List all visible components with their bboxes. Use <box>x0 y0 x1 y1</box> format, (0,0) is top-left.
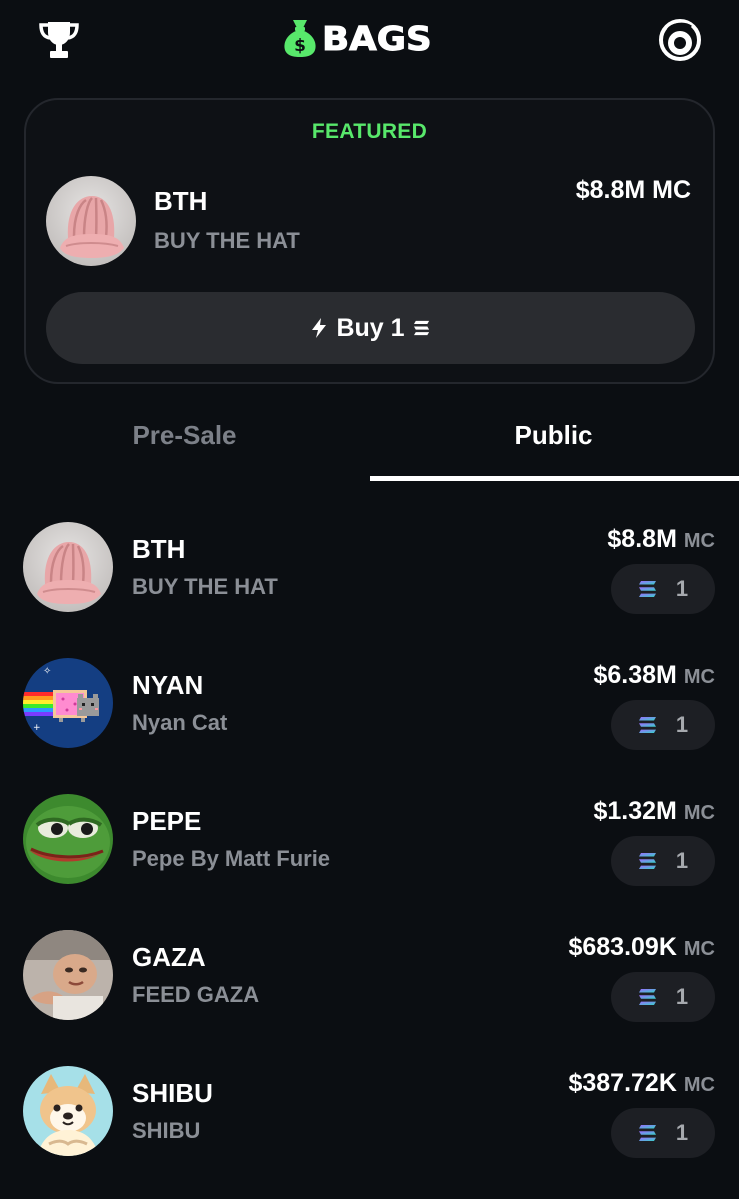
quick-buy-button[interactable]: 1 <box>611 836 715 886</box>
market-cap-value: $683.09K <box>568 933 677 961</box>
token-row[interactable]: SHIBU SHIBU $387.72K MC 1 <box>0 1066 739 1199</box>
solana-icon <box>638 1124 658 1142</box>
token-name: BUY THE HAT <box>132 574 278 599</box>
money-bag-icon: $ <box>284 20 316 57</box>
bags-logo: $ BAGS <box>282 18 432 58</box>
logo-wordmark: BAGS <box>321 18 432 58</box>
token-row[interactable]: NYAN Nyan Cat $6.38M MC 1 <box>0 658 739 794</box>
quick-buy-button[interactable]: 1 <box>611 700 715 750</box>
token-row[interactable]: PEPE Pepe By Matt Furie $1.32M MC 1 <box>0 794 739 930</box>
market-cap-unit: MC <box>683 1074 715 1096</box>
quick-buy-amount: 1 <box>675 848 689 873</box>
token-avatar <box>23 794 113 884</box>
token-name: FEED GAZA <box>132 982 260 1007</box>
token-ticker: BTH <box>132 534 186 564</box>
market-cap-value: $1.32M <box>593 797 677 825</box>
svg-text:$: $ <box>294 36 306 56</box>
market-cap-value: $387.72K <box>568 1069 677 1097</box>
market-cap-value: $8.8M <box>607 525 677 553</box>
quick-buy-amount: 1 <box>675 576 689 601</box>
token-avatar <box>23 522 113 612</box>
token-avatar <box>23 658 113 748</box>
token-ticker: PEPE <box>132 806 202 836</box>
solana-icon <box>638 988 658 1006</box>
token-name: SHIBU <box>132 1118 201 1143</box>
market-cap-unit: MC <box>683 802 715 824</box>
market-cap-value: $6.38M <box>593 661 677 689</box>
app-screen: $ BAGS FEATURED BTH BUY THE HAT $8.8M MC… <box>0 0 739 1199</box>
featured-token-name: BUY THE HAT <box>154 228 300 253</box>
featured-token-avatar <box>46 176 136 266</box>
token-market-cap: $8.8M MC <box>607 525 715 554</box>
featured-card[interactable]: FEATURED BTH BUY THE HAT $8.8M MC Buy 1 <box>24 98 715 384</box>
token-row[interactable]: GAZA FEED GAZA $683.09K MC 1 <box>0 930 739 1066</box>
solana-icon <box>638 580 658 598</box>
token-name: Nyan Cat <box>132 710 228 735</box>
token-row[interactable]: BTH BUY THE HAT $8.8M MC 1 <box>0 522 739 658</box>
quick-buy-button[interactable]: 1 <box>611 972 715 1022</box>
trophy-icon[interactable] <box>38 18 80 60</box>
featured-label: FEATURED <box>311 120 428 143</box>
token-avatar <box>23 1066 113 1156</box>
token-avatar <box>23 930 113 1020</box>
profile-icon[interactable] <box>658 18 702 62</box>
buy-button-label: Buy 1 <box>336 313 405 342</box>
quick-buy-amount: 1 <box>675 984 689 1009</box>
top-bar: $ BAGS <box>0 0 739 80</box>
token-market-cap: $1.32M MC <box>594 797 716 826</box>
token-name: Pepe By Matt Furie <box>132 846 331 871</box>
featured-market-cap: $8.8M MC <box>575 176 691 204</box>
solana-icon <box>638 716 658 734</box>
quick-buy-button[interactable]: 1 <box>611 564 715 614</box>
solana-icon <box>638 852 658 870</box>
market-cap-unit: MC <box>683 938 715 960</box>
active-tab-indicator <box>370 476 739 481</box>
quick-buy-button[interactable]: 1 <box>611 1108 715 1158</box>
token-ticker: GAZA <box>132 942 206 972</box>
token-market-cap: $683.09K MC <box>568 933 715 962</box>
lightning-icon <box>312 318 327 338</box>
token-ticker: SHIBU <box>132 1078 213 1108</box>
market-cap-unit: MC <box>683 666 715 688</box>
tab-public[interactable]: Public <box>369 420 738 451</box>
token-ticker: NYAN <box>132 670 204 700</box>
token-market-cap: $6.38M MC <box>594 661 716 690</box>
solana-icon <box>413 320 429 336</box>
market-cap-unit: MC <box>683 530 715 552</box>
token-market-cap: $387.72K MC <box>568 1069 715 1098</box>
quick-buy-amount: 1 <box>675 1120 689 1145</box>
tab-presale[interactable]: Pre-Sale <box>0 420 369 451</box>
featured-ticker: BTH <box>154 186 208 216</box>
buy-button[interactable]: Buy 1 <box>46 292 695 364</box>
quick-buy-amount: 1 <box>675 712 689 737</box>
